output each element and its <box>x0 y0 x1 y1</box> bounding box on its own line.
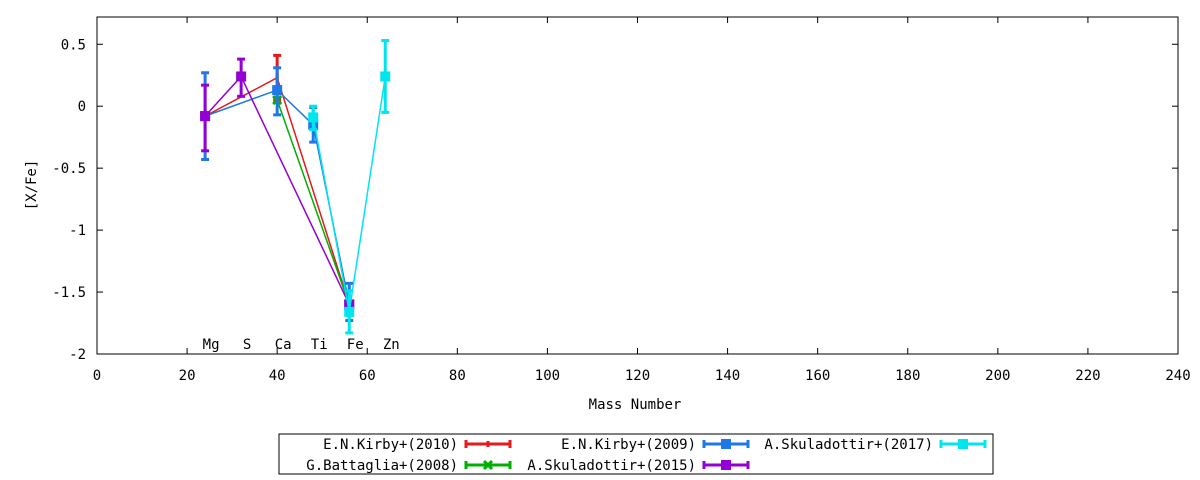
legend-label: E.N.Kirby+(2010) <box>323 437 458 453</box>
element-labels: Mg S Ca Ti Fe Zn <box>203 337 400 353</box>
chart: 0 20 40 60 80 100 120 140 160 180 200 220 240 0.5 0 -0… <box>24 16 1191 475</box>
y-tick-label: -1.5 <box>52 285 86 301</box>
element-label: Zn <box>383 337 400 353</box>
legend-label: A.Skuladottir+(2015) <box>527 458 696 474</box>
y-tick-label: -1 <box>69 223 86 239</box>
element-label: Fe <box>347 337 364 353</box>
data-point <box>308 112 319 123</box>
x-tick-label: 140 <box>715 368 740 384</box>
element-label: Ca <box>275 337 292 353</box>
x-tick-label: 100 <box>535 368 560 384</box>
legend-marker <box>721 439 731 449</box>
x-tick-label: 20 <box>179 368 196 384</box>
element-label: S <box>243 337 251 353</box>
x-tick-label: 180 <box>895 368 920 384</box>
y-axis-label: [X/Fe] <box>24 160 40 211</box>
legend-marker <box>958 439 968 449</box>
element-label: Ti <box>311 337 328 353</box>
y-axis: 0.5 0 -0.5 -1 -1.5 -2 <box>52 37 1178 363</box>
x-tick-label: 60 <box>359 368 376 384</box>
data-point <box>344 306 355 317</box>
series-layer <box>200 39 391 335</box>
x-tick-label: 220 <box>1075 368 1100 384</box>
data-point <box>272 85 283 96</box>
y-tick-label: -0.5 <box>52 161 86 177</box>
x-tick-label: 160 <box>805 368 830 384</box>
x-axis-label: Mass Number <box>589 397 682 413</box>
element-label: Mg <box>203 337 220 353</box>
legend-marker <box>721 460 731 470</box>
x-tick-label: 240 <box>1165 368 1190 384</box>
x-tick-label: 120 <box>625 368 650 384</box>
series-line <box>312 76 387 313</box>
legend: E.N.Kirby+(2010) G.Battaglia+(2008) E.N.Ki… <box>278 433 994 475</box>
legend-label: A.Skuladottir+(2017) <box>764 437 933 453</box>
data-point <box>236 71 247 82</box>
x-axis: 0 20 40 60 80 100 120 140 160 180 200 220 240 <box>93 17 1191 384</box>
legend-label: G.Battaglia+(2008) <box>306 458 458 474</box>
data-point <box>200 111 211 122</box>
legend-label: E.N.Kirby+(2009) <box>561 437 696 453</box>
x-tick-label: 0 <box>93 368 101 384</box>
x-tick-label: 40 <box>269 368 286 384</box>
data-point <box>380 71 391 82</box>
x-tick-label: 80 <box>449 368 466 384</box>
plot-frame <box>96 16 1179 355</box>
y-tick-label: 0.5 <box>61 37 86 53</box>
x-tick-label: 200 <box>985 368 1010 384</box>
y-tick-label: -2 <box>69 347 86 363</box>
y-tick-label: 0 <box>78 99 86 115</box>
